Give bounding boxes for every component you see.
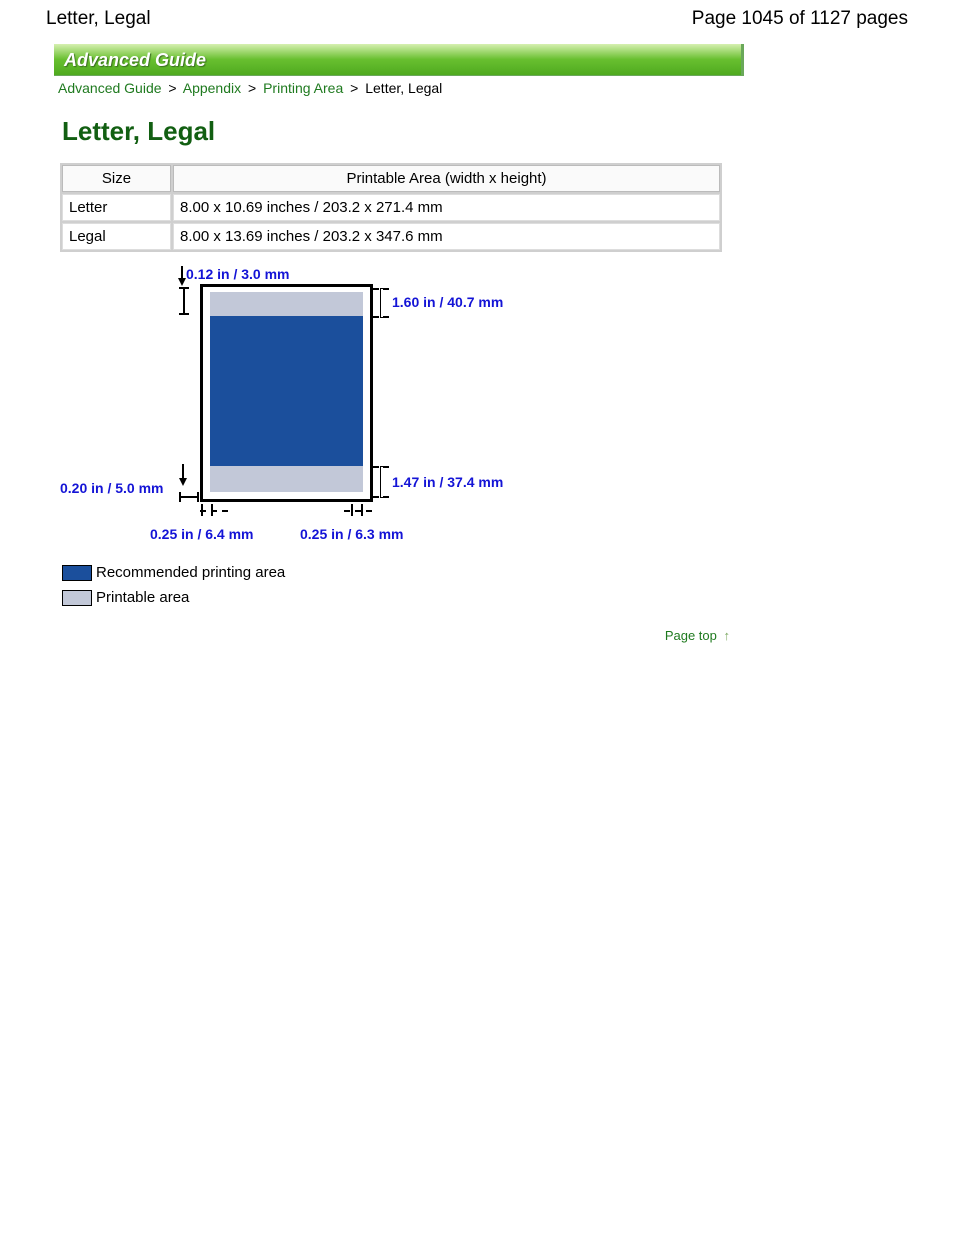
legend: Recommended printing area Printable area: [62, 564, 954, 606]
bracket-icon: [198, 502, 228, 524]
bracket-icon: [178, 488, 200, 508]
cell-size: Legal: [62, 223, 171, 250]
breadcrumb-sep: >: [350, 80, 358, 96]
bracket-bottom-region: [380, 466, 387, 498]
page-top-container: Page top ↑: [60, 628, 730, 643]
breadcrumb-link-appendix[interactable]: Appendix: [183, 80, 241, 96]
legend-label-printable: Printable area: [96, 589, 189, 606]
table-header-row: Size Printable Area (width x height): [62, 165, 720, 192]
label-top-margin: 0.12 in / 3.0 mm: [186, 266, 290, 282]
printable-area-table: Size Printable Area (width x height) Let…: [60, 163, 722, 252]
recommended-area-rect: [210, 316, 363, 466]
label-top-region: 1.60 in / 40.7 mm: [392, 294, 503, 310]
legend-row-printable: Printable area: [62, 589, 954, 606]
label-bottom-left: 0.25 in / 6.4 mm: [150, 526, 254, 542]
legend-row-recommended: Recommended printing area: [62, 564, 954, 581]
breadcrumb-link-printing-area[interactable]: Printing Area: [263, 80, 343, 96]
breadcrumb: Advanced Guide > Appendix > Printing Are…: [58, 80, 954, 96]
breadcrumb-sep: >: [248, 80, 256, 96]
arrow-down-icon: [176, 462, 190, 490]
bracket-icon: [177, 286, 191, 316]
header-page-indicator: Page 1045 of 1127 pages: [692, 8, 908, 30]
bracket-icon: [348, 502, 378, 524]
cell-area: 8.00 x 13.69 inches / 203.2 x 347.6 mm: [173, 223, 720, 250]
label-bottom-region: 1.47 in / 37.4 mm: [392, 474, 503, 490]
breadcrumb-sep: >: [168, 80, 176, 96]
col-area: Printable Area (width x height): [173, 165, 720, 192]
header-row: Letter, Legal Page 1045 of 1127 pages: [0, 0, 954, 34]
table-row: Legal 8.00 x 13.69 inches / 203.2 x 347.…: [62, 223, 720, 250]
legend-label-recommended: Recommended printing area: [96, 564, 285, 581]
page-top-link[interactable]: Page top ↑: [665, 628, 730, 643]
cell-area: 8.00 x 10.69 inches / 203.2 x 271.4 mm: [173, 194, 720, 221]
arrow-down-icon: [176, 264, 188, 288]
swatch-printable: [62, 590, 92, 606]
label-bottom-right: 0.25 in / 6.3 mm: [300, 526, 404, 542]
breadcrumb-link-advanced-guide[interactable]: Advanced Guide: [58, 80, 162, 96]
table-row: Letter 8.00 x 10.69 inches / 203.2 x 271…: [62, 194, 720, 221]
cell-size: Letter: [62, 194, 171, 221]
breadcrumb-current: Letter, Legal: [365, 80, 442, 96]
label-left-margin: 0.20 in / 5.0 mm: [60, 480, 164, 496]
page-heading: Letter, Legal: [62, 116, 954, 147]
swatch-recommended: [62, 565, 92, 581]
margin-diagram: 0.12 in / 3.0 mm 1.60 in / 40.7 mm 1.47 …: [60, 266, 560, 556]
bracket-top-region: [380, 288, 387, 318]
page-top-label: Page top: [665, 628, 717, 643]
col-size: Size: [62, 165, 171, 192]
guide-banner: Advanced Guide: [54, 44, 744, 76]
header-title: Letter, Legal: [46, 8, 151, 30]
arrow-up-icon: ↑: [724, 628, 731, 643]
